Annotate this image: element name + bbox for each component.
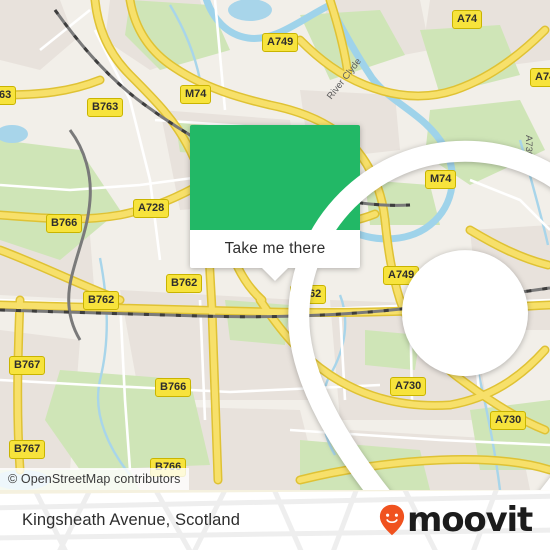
page-title: Kingsheath Avenue, Scotland: [22, 510, 240, 529]
moovit-map-screenshot: A749 A74 A74 M74 M74 B763 63 A728 B766 B…: [0, 0, 550, 550]
road-shield: M74: [180, 85, 212, 104]
road-shield: B766: [46, 214, 83, 233]
take-me-there-button[interactable]: Take me there: [190, 230, 360, 281]
road-shield: B767: [9, 356, 46, 375]
road-shield: B763: [87, 98, 124, 117]
map-canvas[interactable]: A749 A74 A74 M74 M74 B763 63 A728 B766 B…: [0, 0, 550, 490]
road-shield: A749: [262, 33, 299, 52]
callout-pin-panel: [190, 125, 550, 490]
road-shield: A74: [530, 68, 550, 87]
callout-tail: [262, 268, 288, 281]
location-pin-icon: [288, 140, 550, 490]
location-callout[interactable]: Take me there: [190, 125, 550, 490]
take-me-there-label: Take me there: [224, 240, 326, 257]
road-shield: B762: [83, 291, 120, 310]
road-shield: A728: [133, 199, 170, 218]
osm-attribution[interactable]: © OpenStreetMap contributors: [0, 468, 189, 490]
road-shield: B766: [155, 378, 192, 397]
footer-bar: Kingsheath Avenue, Scotland moovit: [0, 490, 550, 550]
road-shield: 63: [0, 86, 17, 105]
road-shield: B767: [9, 440, 46, 459]
road-shield: A74: [452, 10, 483, 29]
moovit-logo[interactable]: moovit: [379, 500, 533, 540]
moovit-wordmark: moovit: [406, 500, 533, 540]
moovit-smiley-pin-icon: [379, 504, 405, 536]
